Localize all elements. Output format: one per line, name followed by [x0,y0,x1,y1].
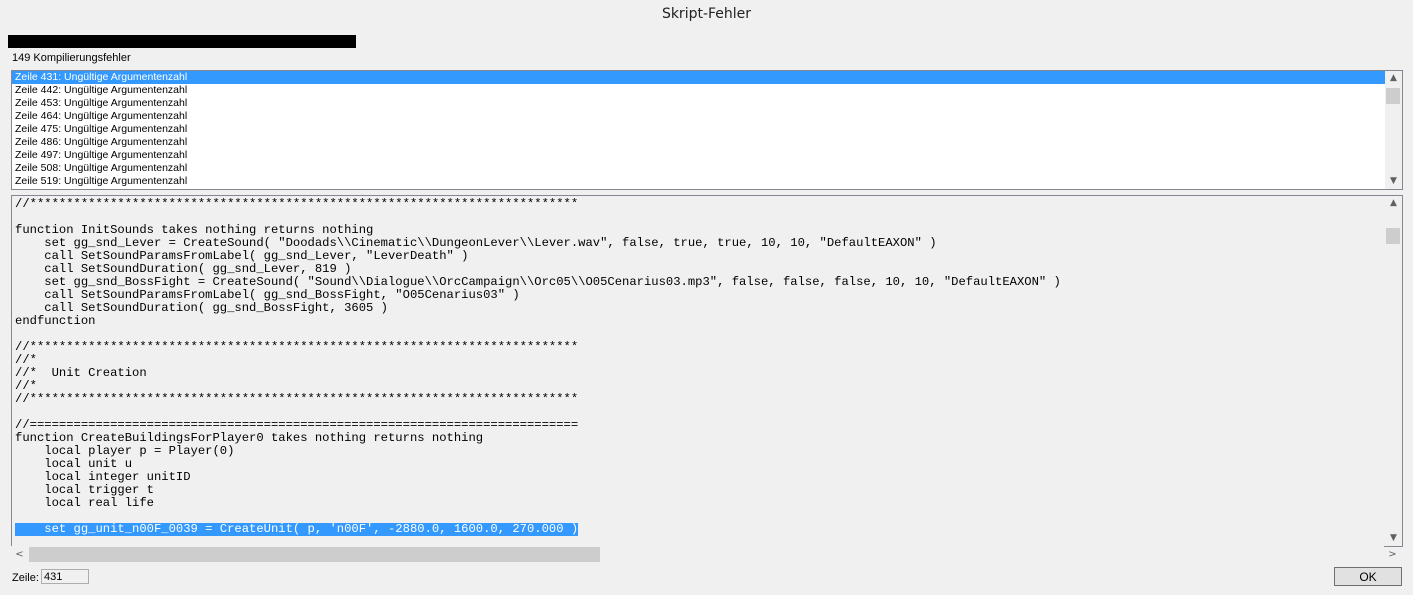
code-line: set gg_unit_n00F_0039 = CreateUnit( p, '… [15,523,1384,536]
code-line: local integer unitID [15,470,191,484]
scroll-thumb[interactable] [1386,88,1400,104]
ok-button[interactable]: OK [1334,567,1402,586]
scroll-thumb[interactable] [29,547,600,562]
window-title: Skript-Fehler [661,6,752,22]
code-line: local trigger t [15,483,154,497]
code-line: //* Unit Creation [15,366,147,380]
line-number-field[interactable]: 431 [41,569,89,584]
error-list-items: Zeile 431: Ungültige Argumentenzahl Zeile… [12,71,1385,189]
list-item[interactable]: Zeile 442: Ungültige Argumentenzahl [12,84,1385,97]
scroll-down-icon[interactable]: ▼ [1385,531,1402,546]
code-line: //**************************************… [15,340,579,354]
code-line: local unit u [15,457,133,471]
line-label: Zeile: [12,572,39,584]
list-item[interactable]: Zeile 519: Ungültige Argumentenzahl [12,175,1385,188]
scroll-up-icon[interactable]: ▲ [1385,196,1402,211]
title-bar: Skript-Fehler [0,0,1413,30]
highlighted-code-line: set gg_unit_n00F_0039 = CreateUnit( p, '… [15,522,579,536]
list-item[interactable]: Zeile 453: Ungültige Argumentenzahl [12,97,1385,110]
list-item[interactable]: Zeile 486: Ungültige Argumentenzahl [12,136,1385,149]
list-item[interactable]: Zeile 464: Ungültige Argumentenzahl [12,110,1385,123]
error-list[interactable]: Zeile 431: Ungültige Argumentenzahl Zeile… [11,70,1403,190]
code-line: endfunction [15,314,96,328]
code-line: //**************************************… [15,392,579,406]
code-line: local real life [15,496,154,510]
code-horizontal-scrollbar[interactable]: < > [11,546,1397,563]
list-item[interactable]: Zeile 497: Ungültige Argumentenzahl [12,149,1385,162]
list-item[interactable]: Zeile 431: Ungültige Argumentenzahl [12,71,1385,84]
list-item[interactable]: Zeile 508: Ungültige Argumentenzahl [12,162,1385,175]
scroll-right-icon[interactable]: > [1384,546,1401,563]
code-line: //**************************************… [15,198,579,211]
list-item[interactable]: Zeile 475: Ungültige Argumentenzahl [12,123,1385,136]
code-line: //* [15,353,37,367]
code-line: call SetSoundDuration( gg_snd_BossFight,… [15,301,388,315]
redacted-bar [8,35,356,48]
scroll-up-icon[interactable]: ▲ [1385,71,1402,86]
code-scrollbar[interactable]: ▲ ▼ [1385,196,1402,546]
scroll-down-icon[interactable]: ▼ [1385,174,1402,189]
scroll-thumb[interactable] [1386,228,1400,244]
error-count-label: 149 Kompilierungsfehler [12,52,131,64]
dialog-client: 149 Kompilierungsfehler Zeile 431: Ungül… [6,30,1407,589]
code-text: //**************************************… [15,198,1384,546]
code-line: local player p = Player(0) [15,444,235,458]
scroll-left-icon[interactable]: < [11,546,28,563]
code-view[interactable]: //**************************************… [11,195,1403,547]
error-list-scrollbar[interactable]: ▲ ▼ [1385,71,1402,189]
